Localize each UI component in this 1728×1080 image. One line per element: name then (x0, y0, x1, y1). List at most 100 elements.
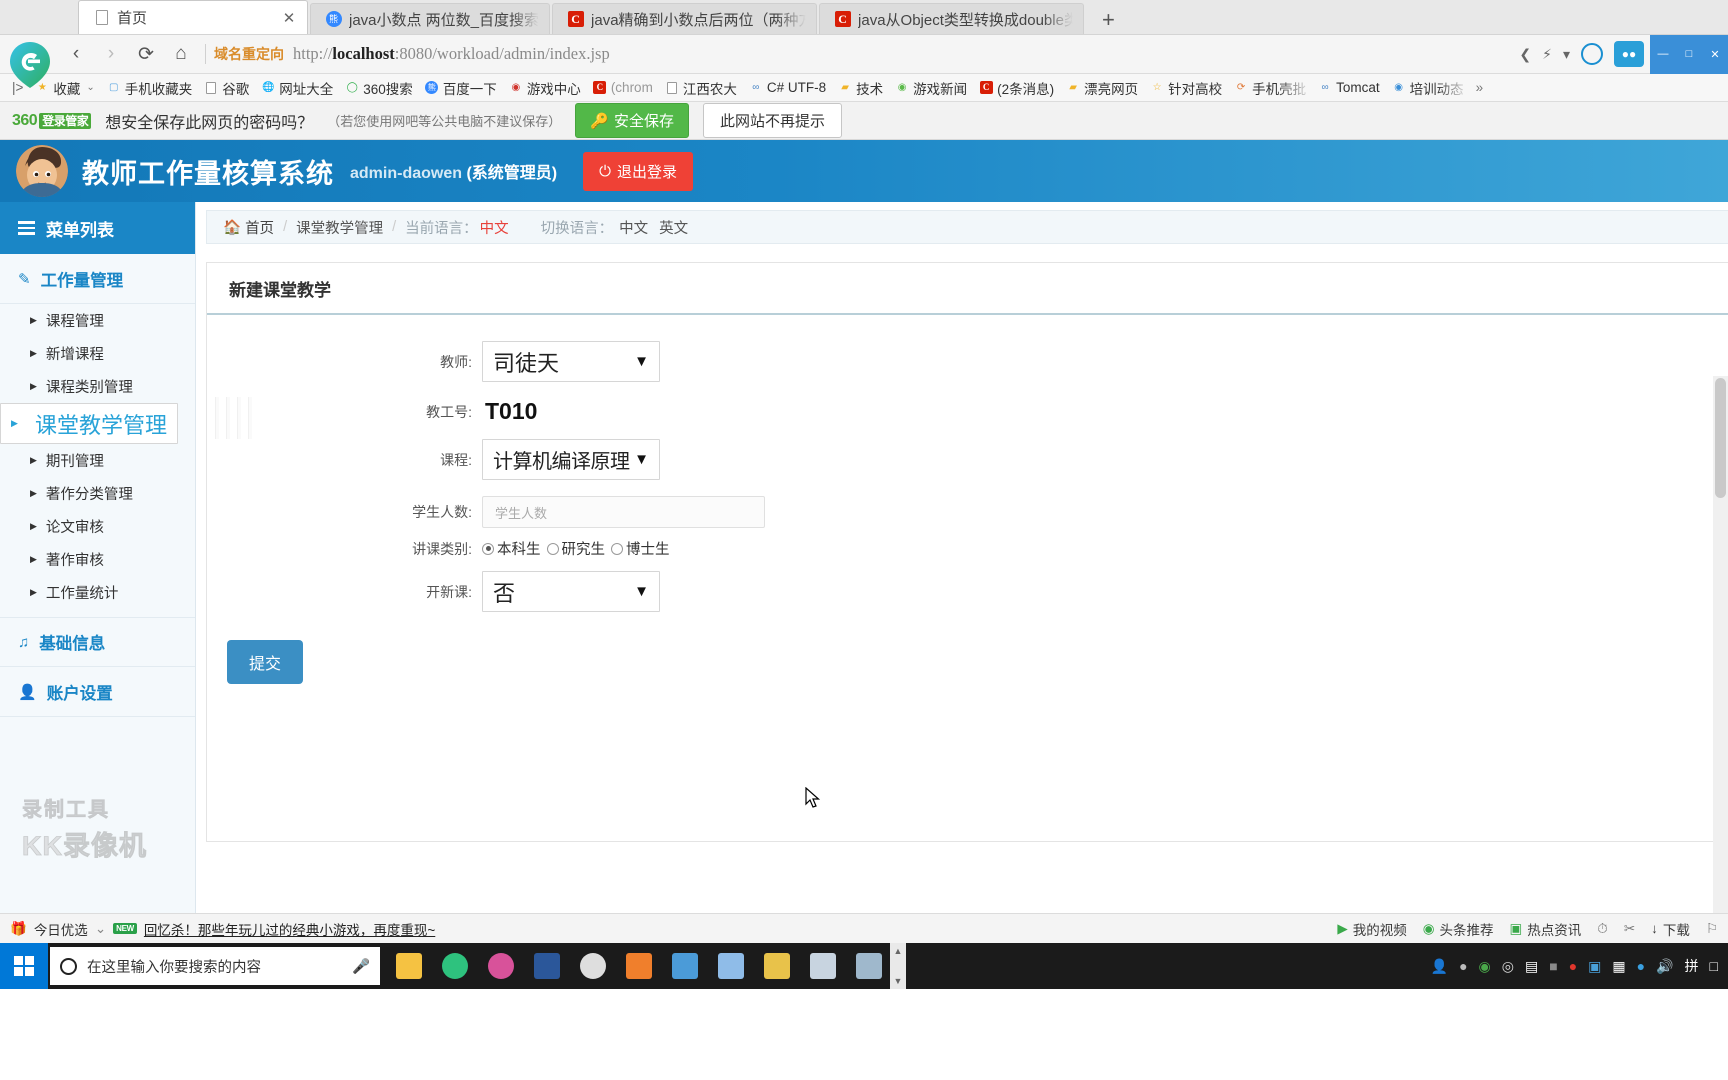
folder2-icon[interactable] (756, 945, 798, 987)
bookmark-item-tech[interactable]: ▰ 技术 (832, 77, 889, 99)
today-picks-label[interactable]: 今日优选 (34, 919, 88, 939)
edge-360-icon[interactable] (434, 945, 476, 987)
bookmark-item-chrome[interactable]: C (chrom (587, 77, 659, 99)
tray-chevron-icon[interactable]: □ (1710, 958, 1718, 974)
qq2-icon[interactable]: ● (1637, 958, 1645, 974)
bookmark-item-training[interactable]: ◉ 培训动态 (1386, 77, 1470, 99)
bookmark-item-tomcat[interactable]: ∞ Tomcat (1312, 77, 1386, 99)
breadcrumb-home[interactable]: 🏠 首页 (223, 217, 283, 238)
switch-language-en[interactable]: 英文 (657, 217, 697, 238)
record-icon[interactable]: ● (1459, 958, 1467, 974)
bookmarks-overflow-button[interactable]: » (1470, 77, 1490, 99)
sidebar-item-classroom-teaching[interactable]: ▶ 课堂教学管理 (0, 403, 178, 444)
chevron-down-icon[interactable]: ▾ (1563, 46, 1570, 63)
bookmark-item-phone[interactable]: ▢ 手机收藏夹 (101, 77, 199, 99)
bookmark-item-baidu[interactable]: 熊 百度一下 (419, 77, 503, 99)
minimize-button[interactable]: — (1650, 34, 1676, 74)
youtube-icon[interactable]: ● (1569, 958, 1577, 974)
promo-link[interactable]: 回忆杀！那些年玩儿过的经典小游戏，再度重现~ (144, 919, 435, 939)
ime-icon[interactable]: 拼 (1685, 956, 1699, 976)
sidebar-item-work-category[interactable]: ▶ 著作分类管理 (0, 477, 195, 510)
radio-icon[interactable] (482, 542, 494, 555)
lecture-type-option-doctorate[interactable]: 博士生 (611, 538, 670, 559)
new-course-select[interactable]: 否 ▼ (482, 571, 660, 612)
chrome2-icon[interactable]: ◉ (1479, 958, 1491, 975)
share-icon[interactable]: ❮ (1519, 46, 1531, 63)
sidebar-item-journal-management[interactable]: ▶ 期刊管理 (0, 444, 195, 477)
photos-icon[interactable] (480, 945, 522, 987)
bookmark-item-gamecenter[interactable]: ◉ 游戏中心 (503, 77, 587, 99)
file-explorer-icon[interactable] (388, 945, 430, 987)
word-icon[interactable] (526, 945, 568, 987)
bookmark-item-prettyweb[interactable]: ▰ 漂亮网页 (1060, 77, 1144, 99)
headlines-button[interactable]: ◉ 头条推荐 (1423, 919, 1494, 939)
lecture-type-option-master[interactable]: 研究生 (546, 538, 605, 559)
flag-icon[interactable]: ⚐ (1706, 921, 1718, 937)
radio-icon[interactable] (611, 542, 623, 555)
bookmark-item-phonecase[interactable]: ⟳ 手机壳批 (1228, 77, 1312, 99)
start-button[interactable] (0, 943, 48, 989)
breadcrumb-section[interactable]: 课堂教学管理 (287, 217, 392, 238)
app-icon[interactable]: ■ (1549, 958, 1557, 974)
course-select[interactable]: 计算机编译原理 ▼ (482, 439, 660, 480)
qq-icon[interactable] (618, 945, 660, 987)
secure-save-button[interactable]: 🔑 安全保存 (575, 103, 689, 138)
reload-button[interactable]: ⟳ (130, 39, 162, 69)
vip-icon[interactable]: ●● (1614, 41, 1644, 67)
browser-tab-2[interactable]: 熊 java小数点 两位数_百度搜索 (310, 3, 551, 34)
chevron-down-icon[interactable]: ⌄ (95, 921, 106, 937)
back-button[interactable]: ‹ (60, 39, 92, 69)
radio-icon[interactable] (546, 542, 559, 555)
new-tab-button[interactable]: + (1086, 9, 1131, 34)
bookmark-item-messages[interactable]: C (2条消息) (973, 77, 1060, 99)
speed-icon[interactable]: ⏱ (1597, 921, 1608, 937)
sidebar-item-course-category[interactable]: ▶ 课程类别管理 (0, 370, 195, 403)
taskbar-search[interactable]: 在这里输入你要搜索的内容 🎤 (50, 947, 380, 985)
bookmark-item-google[interactable]: 谷歌 (198, 77, 255, 99)
maximize-button[interactable]: □ (1676, 34, 1702, 74)
bookmark-item-jxau[interactable]: 江西农大 (659, 77, 743, 99)
volume-icon[interactable]: 🔊 (1656, 958, 1673, 975)
address-bar[interactable]: 域名重定向 http://localhost:8080/workload/adm… (214, 44, 1519, 64)
taskview-icon[interactable]: ▤ (1525, 958, 1538, 975)
sidebar-item-course-management[interactable]: ▶ 课程管理 (0, 304, 195, 337)
microphone-icon[interactable]: 🎤 (352, 958, 370, 975)
never-prompt-button[interactable]: 此网站不再提示 (702, 103, 842, 138)
grid-icon[interactable]: ▦ (1612, 958, 1625, 975)
lecture-type-option-undergraduate[interactable]: 本科生 (482, 538, 541, 559)
snip-icon[interactable] (848, 945, 890, 987)
hot-news-button[interactable]: ▣ 热点资讯 (1510, 919, 1582, 939)
chrome-icon[interactable] (572, 945, 614, 987)
bookmark-item-csharp[interactable]: ∞ C# UTF-8 (743, 77, 832, 99)
sidebar-item-workload-statistics[interactable]: ▶ 工作量统计 (0, 576, 195, 609)
download-button[interactable]: ↓ 下载 (1651, 919, 1690, 939)
home-button[interactable]: ⌂ (165, 39, 197, 69)
bookmark-item-360search[interactable]: ◯ 360搜索 (339, 77, 419, 99)
blue-circle-icon[interactable] (1581, 43, 1603, 65)
teacher-select[interactable]: 司徒天 ▼ (482, 341, 660, 382)
browser-tab-1[interactable]: 首页 ✕ (78, 0, 308, 34)
page-scrollbar[interactable] (1713, 376, 1728, 913)
sidebar-item-paper-review[interactable]: ▶ 论文审核 (0, 510, 195, 543)
bookmark-item-hao360[interactable]: 🌐 网址大全 (255, 77, 339, 99)
person-icon[interactable]: 👤 (1431, 958, 1448, 975)
paint-icon[interactable] (710, 945, 752, 987)
sidebar-group-basic-info[interactable]: ♫ 基础信息 (0, 617, 195, 667)
bookmark-item-college[interactable]: ☆ 针对高校 (1144, 77, 1228, 99)
close-window-button[interactable]: ✕ (1702, 34, 1728, 74)
cut-icon[interactable]: ✂ (1624, 921, 1635, 937)
logout-button[interactable]: ⏻ 退出登录 (583, 151, 694, 191)
search2-icon[interactable] (802, 945, 844, 987)
notepad-icon[interactable] (664, 945, 706, 987)
close-icon[interactable]: ✕ (281, 9, 297, 27)
sidebar-item-work-review[interactable]: ▶ 著作审核 (0, 543, 195, 576)
bookmark-item-gamenews[interactable]: ◉ 游戏新闻 (889, 77, 973, 99)
sidebar-group-account-settings[interactable]: 👤 账户设置 (0, 667, 195, 717)
lightning-icon[interactable]: ⚡ (1542, 46, 1552, 63)
disc-icon[interactable]: ◎ (1502, 958, 1514, 975)
sidebar-group-workload[interactable]: ✎ 工作量管理 (0, 254, 195, 304)
forward-button[interactable]: › (95, 39, 127, 69)
student-count-input[interactable]: 学生人数 (482, 496, 765, 528)
camera-icon[interactable]: ▣ (1588, 958, 1601, 975)
scrollbar-thumb[interactable] (1715, 378, 1726, 498)
